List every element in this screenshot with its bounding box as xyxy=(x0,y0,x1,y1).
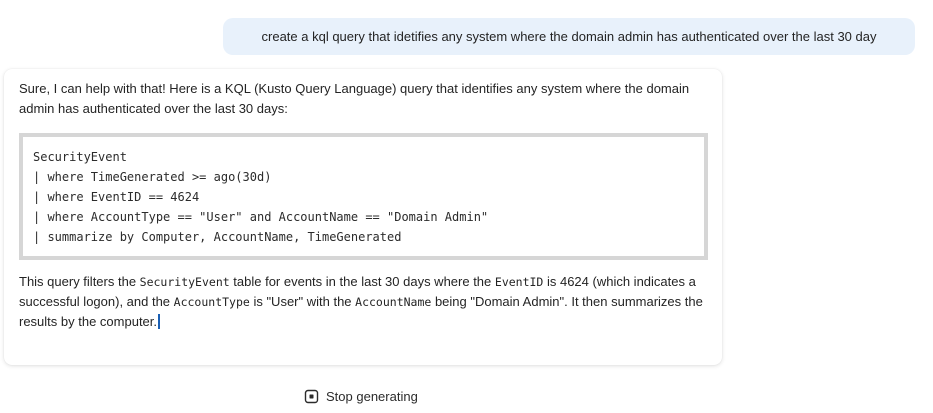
response-intro-text: Sure, I can help with that! Here is a KQ… xyxy=(19,81,690,116)
code-block[interactable]: SecurityEvent | where TimeGenerated >= a… xyxy=(19,133,708,260)
inline-code: EventID xyxy=(494,275,544,289)
user-message-text: create a kql query that idetifies any sy… xyxy=(261,29,877,44)
code-line: | summarize by Computer, AccountName, Ti… xyxy=(33,230,402,244)
user-message-bubble: create a kql query that idetifies any sy… xyxy=(223,18,915,55)
stop-generating-button[interactable]: Stop generating xyxy=(302,384,420,408)
stop-generating-label: Stop generating xyxy=(326,388,418,404)
typing-cursor xyxy=(158,314,161,329)
assistant-response-card: Sure, I can help with that! Here is a KQ… xyxy=(4,69,722,365)
code-line: | where EventID == 4624 xyxy=(33,190,200,204)
inline-code: SecurityEvent xyxy=(139,275,230,289)
response-explanation-text: This query filters the SecurityEvent tab… xyxy=(19,272,709,332)
explanation-text: is "User" with the xyxy=(249,294,356,309)
chat-view: create a kql query that idetifies any sy… xyxy=(0,0,933,413)
explanation-text: This query filters the xyxy=(19,274,140,289)
stop-square-icon xyxy=(304,389,319,404)
explanation-text: table for events in the last 30 days whe… xyxy=(229,274,495,289)
code-line: SecurityEvent xyxy=(33,150,127,164)
inline-code: AccountName xyxy=(355,295,432,309)
code-line: | where TimeGenerated >= ago(30d) xyxy=(33,170,272,184)
inline-code: AccountType xyxy=(173,295,250,309)
code-line: | where AccountType == "User" and Accoun… xyxy=(33,210,489,224)
